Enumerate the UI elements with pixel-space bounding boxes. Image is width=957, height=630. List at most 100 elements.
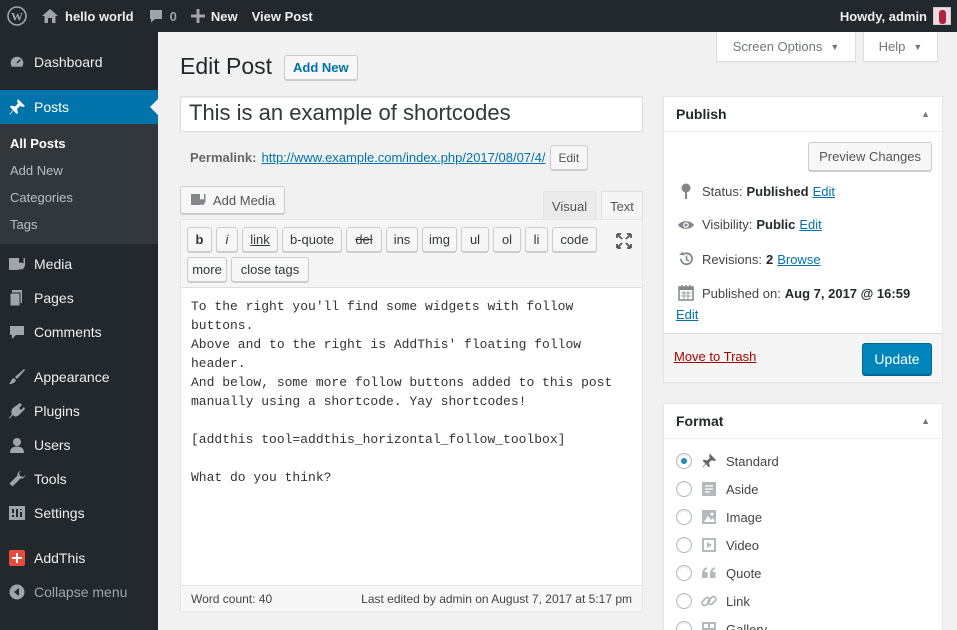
comment-bubble-icon	[148, 8, 164, 24]
submenu-all-posts[interactable]: All Posts	[0, 130, 158, 157]
format-option-standard[interactable]: Standard	[676, 453, 779, 469]
post-content-textarea[interactable]: To the right you'll find some widgets wi…	[191, 297, 636, 487]
qt-img-button[interactable]: img	[422, 227, 457, 252]
caret-up-icon[interactable]: ▲	[921, 416, 930, 426]
help-button[interactable]: Help ▼	[863, 32, 938, 62]
status-edit-link[interactable]: Edit	[813, 184, 835, 199]
sidebar-item-dashboard[interactable]: Dashboard	[0, 45, 158, 79]
publish-actions: Move to Trash Update	[664, 333, 942, 382]
revisions-browse-link[interactable]: Browse	[777, 252, 820, 267]
new-content-link[interactable]: New	[184, 0, 245, 32]
add-media-button[interactable]: Add Media	[180, 186, 286, 214]
sidebar-item-label: Users	[34, 437, 71, 453]
qt-italic-button[interactable]: i	[216, 227, 238, 252]
editor-status-bar: Word count: 40 Last edited by admin on A…	[181, 585, 642, 611]
permalink-url[interactable]: http://www.example.com/index.php/2017/08…	[261, 150, 545, 165]
format-option-image[interactable]: Image	[676, 509, 762, 525]
video-icon	[700, 537, 718, 553]
screen-options-label: Screen Options	[732, 39, 823, 54]
format-option-aside[interactable]: Aside	[676, 481, 759, 497]
help-label: Help	[878, 39, 906, 54]
qt-bold-button[interactable]: b	[187, 227, 212, 252]
format-option-gallery[interactable]: Gallery	[676, 621, 767, 630]
sidebar-item-label: AddThis	[34, 550, 86, 566]
sidebar-item-label: Plugins	[34, 403, 80, 419]
qt-ul-button[interactable]: ul	[461, 227, 489, 252]
my-account-link[interactable]: Howdy, admin	[833, 0, 957, 32]
wordpress-logo-icon[interactable]: W	[0, 0, 34, 32]
post-title-input[interactable]: This is an example of shortcodes	[180, 96, 643, 132]
qt-ins-button[interactable]: ins	[386, 227, 418, 252]
sidebar-item-comments[interactable]: Comments	[0, 315, 158, 349]
text-editor: b i link b-quote del ins img ul ol li co…	[180, 219, 643, 612]
publish-box-header[interactable]: Publish ▲	[664, 97, 942, 132]
format-radio[interactable]	[676, 593, 692, 609]
tab-visual[interactable]: Visual	[543, 191, 596, 220]
caret-up-icon[interactable]: ▲	[921, 109, 930, 119]
submenu-tags[interactable]: Tags	[0, 211, 158, 238]
sidebar-item-addthis[interactable]: AddThis	[0, 541, 158, 575]
qt-link-button[interactable]: link	[242, 227, 278, 252]
format-option-quote[interactable]: Quote	[676, 565, 761, 581]
history-icon	[676, 251, 696, 267]
add-new-button[interactable]: Add New	[284, 55, 358, 80]
qt-del-button[interactable]: del	[346, 227, 382, 252]
sidebar-item-users[interactable]: Users	[0, 428, 158, 462]
caret-down-icon: ▼	[913, 41, 923, 52]
sidebar-item-tools[interactable]: Tools	[0, 462, 158, 496]
submenu-add-new[interactable]: Add New	[0, 157, 158, 184]
format-radio[interactable]	[676, 481, 692, 497]
format-option-link[interactable]: Link	[676, 593, 750, 609]
sidebar-item-settings[interactable]: Settings	[0, 496, 158, 530]
qt-more-button[interactable]: more	[187, 257, 227, 282]
qt-code-button[interactable]: code	[552, 227, 597, 252]
site-name-link[interactable]: hello world	[34, 0, 141, 32]
collapse-menu-button[interactable]: Collapse menu	[0, 575, 158, 609]
addthis-icon	[8, 550, 26, 566]
sidebar-item-media[interactable]: Media	[0, 247, 158, 281]
fullscreen-icon[interactable]	[615, 232, 633, 250]
status-value: Published	[746, 183, 809, 199]
published-on-edit-link[interactable]: Edit	[676, 307, 698, 322]
publish-box-title: Publish	[676, 106, 727, 122]
published-on-value: Aug 7, 2017 @ 16:59	[784, 285, 911, 301]
format-radio[interactable]	[676, 453, 692, 469]
comments-count: 0	[169, 8, 177, 24]
format-radio[interactable]	[676, 565, 692, 581]
update-button[interactable]: Update	[862, 343, 932, 375]
qt-ol-button[interactable]: ol	[493, 227, 521, 252]
pages-icon	[8, 289, 26, 307]
comments-link[interactable]: 0	[141, 0, 184, 32]
format-label: Quote	[726, 565, 762, 581]
posts-submenu: All Posts Add New Categories Tags	[0, 124, 158, 244]
status-label: Status:	[702, 183, 743, 199]
sidebar-item-appearance[interactable]: Appearance	[0, 360, 158, 394]
greeting: Howdy, admin	[839, 8, 927, 24]
caret-down-icon: ▼	[830, 41, 840, 52]
format-radio[interactable]	[676, 621, 692, 630]
admin-sidebar: Dashboard Posts All Posts Add New Catego…	[0, 32, 158, 630]
new-label: New	[210, 8, 238, 24]
collapse-arrow-icon	[8, 584, 26, 600]
format-option-video[interactable]: Video	[676, 537, 759, 553]
permalink-edit-button[interactable]: Edit	[549, 145, 589, 170]
visibility-edit-link[interactable]: Edit	[799, 217, 821, 232]
tab-text[interactable]: Text	[601, 191, 643, 220]
qt-li-button[interactable]: li	[525, 227, 548, 252]
sidebar-item-posts[interactable]: Posts	[0, 90, 158, 124]
sidebar-item-pages[interactable]: Pages	[0, 281, 158, 315]
published-on-row: Published on: Aug 7, 2017 @ 16:59	[676, 285, 910, 301]
sidebar-item-plugins[interactable]: Plugins	[0, 394, 158, 428]
preview-changes-button[interactable]: Preview Changes	[808, 142, 932, 171]
publish-box: Publish ▲ Preview Changes Status: Publish…	[663, 96, 943, 383]
format-label: Image	[726, 509, 763, 525]
format-box-header[interactable]: Format ▲	[664, 404, 942, 439]
view-post-link[interactable]: View Post	[245, 0, 320, 32]
screen-options-button[interactable]: Screen Options ▼	[716, 32, 856, 62]
qt-bquote-button[interactable]: b-quote	[282, 227, 342, 252]
move-to-trash-link[interactable]: Move to Trash	[674, 349, 756, 364]
format-radio[interactable]	[676, 537, 692, 553]
format-radio[interactable]	[676, 509, 692, 525]
submenu-categories[interactable]: Categories	[0, 184, 158, 211]
qt-close-tags-button[interactable]: close tags	[231, 257, 309, 282]
